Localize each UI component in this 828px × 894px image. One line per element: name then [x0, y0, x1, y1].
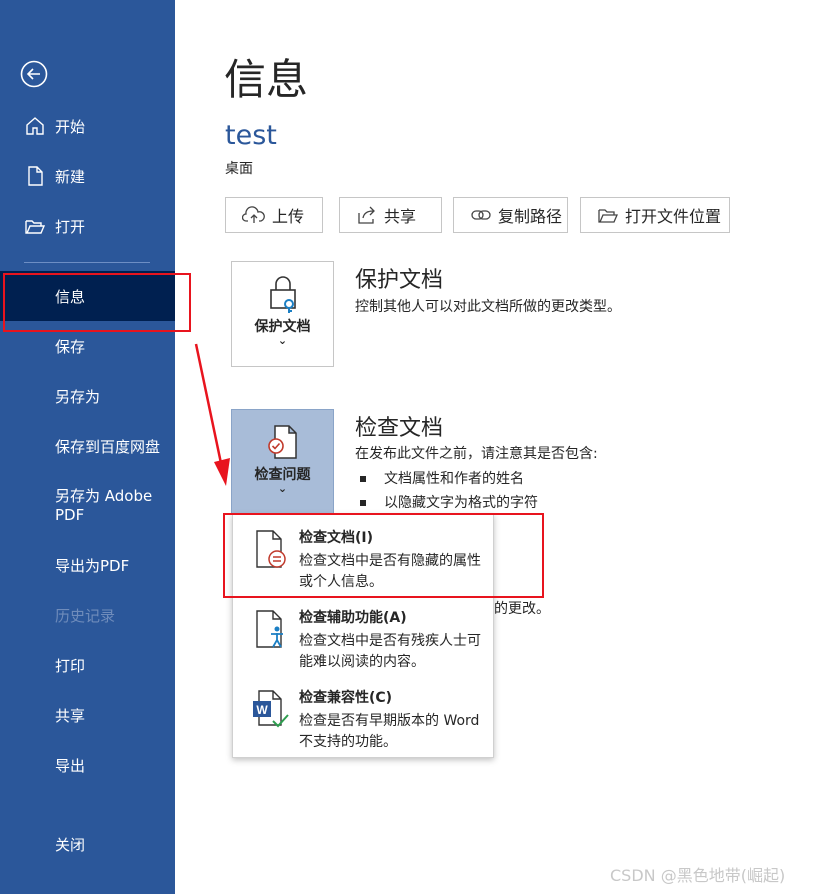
sidebar-item-close[interactable]: 关闭	[0, 819, 175, 869]
sidebar-item-label: 共享	[55, 706, 86, 725]
home-icon	[26, 117, 44, 135]
sidebar-item-label: 开始	[55, 117, 86, 136]
sidebar-item-save-to-baidu[interactable]: 保存到百度网盘	[0, 421, 175, 471]
share-icon	[358, 206, 375, 224]
sidebar-item-export-pdf[interactable]: 导出为PDF	[0, 540, 175, 590]
lock-key-icon	[270, 276, 296, 313]
sidebar-item-label: 另存为 Adobe PDF	[55, 487, 153, 524]
sidebar-item-save-as-adobe-pdf[interactable]: 另存为 Adobe PDF	[0, 479, 175, 537]
copy-path-button[interactable]: 复制路径	[453, 197, 568, 233]
annotation-arrow	[194, 343, 230, 486]
share-button[interactable]: 共享	[339, 197, 442, 233]
document-check-icon	[268, 425, 297, 459]
annotation-highlight-info	[3, 273, 191, 332]
sidebar-item-export[interactable]: 导出	[0, 740, 175, 790]
protect-document-button[interactable]: 保护文档 ⌄	[231, 261, 334, 367]
protect-document-description: 控制其他人可以对此文档所做的更改类型。	[355, 299, 621, 315]
sidebar-item-new[interactable]: 新建	[0, 151, 175, 201]
sidebar-item-home[interactable]: 开始	[0, 101, 175, 151]
document-location: 桌面	[225, 161, 253, 177]
word-compatibility-icon: W	[253, 690, 289, 728]
open-file-location-label: 打开文件位置	[625, 207, 722, 226]
sidebar-item-label: 保存到百度网盘	[55, 437, 161, 456]
sidebar-item-share[interactable]: 共享	[0, 690, 175, 740]
accessibility-icon	[256, 610, 283, 648]
upload-cloud-icon	[242, 206, 265, 223]
protect-document-title: 保护文档	[355, 268, 444, 293]
menu-item-check-accessibility[interactable]: 检查辅助功能(A) 检查文档中是否有残疾人士可能难以阅读的内容。	[233, 597, 493, 675]
inspect-bullet: 以隐藏文字为格式的字符	[360, 492, 538, 512]
sidebar-item-label: 打印	[55, 656, 86, 675]
folder-open-icon	[598, 209, 618, 223]
inspect-partial-text: 的更改。	[494, 601, 550, 617]
open-file-location-button[interactable]: 打开文件位置	[580, 197, 730, 233]
sidebar-item-label: 关闭	[55, 835, 86, 854]
sidebar-item-open[interactable]: 打开	[0, 201, 175, 251]
backstage-sidebar: 开始 新建 打开 信息 保存 另存为 保存到百度网盘 另存为 Adobe PDF…	[0, 0, 175, 894]
copy-path-label: 复制路径	[498, 207, 563, 226]
chevron-down-icon: ⌄	[277, 482, 288, 495]
annotation-highlight-inspect-document	[223, 513, 544, 598]
protect-document-button-label: 保护文档	[254, 319, 311, 335]
document-name: test	[225, 120, 277, 151]
inspect-bullet: 文档属性和作者的姓名	[360, 468, 524, 488]
watermark: CSDN @黑色地带(崛起)	[610, 866, 786, 885]
menu-item-check-compatibility[interactable]: W 检查兼容性(C) 检查是否有早期版本的 Word 不支持的功能。	[233, 677, 493, 755]
menu-item-title: 检查兼容性(C)	[299, 690, 393, 706]
sidebar-item-label: 打开	[55, 217, 86, 236]
sidebar-divider	[24, 262, 150, 263]
chevron-down-icon: ⌄	[277, 334, 288, 347]
new-document-icon	[28, 166, 43, 186]
sidebar-item-save-as[interactable]: 另存为	[0, 371, 175, 421]
back-arrow-icon[interactable]	[20, 60, 48, 88]
sidebar-item-label: 另存为	[55, 387, 101, 406]
menu-item-description: 检查文档中是否有残疾人士可能难以阅读的内容。	[299, 633, 481, 670]
inspect-document-title: 检查文档	[355, 416, 444, 441]
sidebar-item-label: 导出为PDF	[55, 556, 130, 575]
sidebar-item-label: 保存	[55, 337, 86, 356]
page-title: 信息	[224, 55, 309, 104]
check-for-issues-button[interactable]: 检查问题 ⌄	[231, 409, 334, 515]
svg-text:W: W	[256, 703, 268, 717]
sidebar-item-history: 历史记录	[0, 590, 175, 640]
folder-open-icon	[25, 220, 46, 234]
link-icon	[471, 210, 491, 220]
inspect-document-description: 在发布此文件之前，请注意其是否包含:	[355, 446, 598, 462]
sidebar-item-label: 导出	[55, 756, 86, 775]
menu-item-title: 检查辅助功能(A)	[299, 610, 407, 626]
share-label: 共享	[384, 207, 417, 226]
upload-label: 上传	[272, 207, 305, 226]
menu-item-description: 检查是否有早期版本的 Word 不支持的功能。	[299, 713, 480, 750]
sidebar-item-label: 新建	[55, 167, 86, 186]
upload-button[interactable]: 上传	[225, 197, 323, 233]
check-for-issues-button-label: 检查问题	[254, 467, 311, 483]
sidebar-item-label: 历史记录	[55, 606, 116, 625]
sidebar-item-print[interactable]: 打印	[0, 640, 175, 690]
